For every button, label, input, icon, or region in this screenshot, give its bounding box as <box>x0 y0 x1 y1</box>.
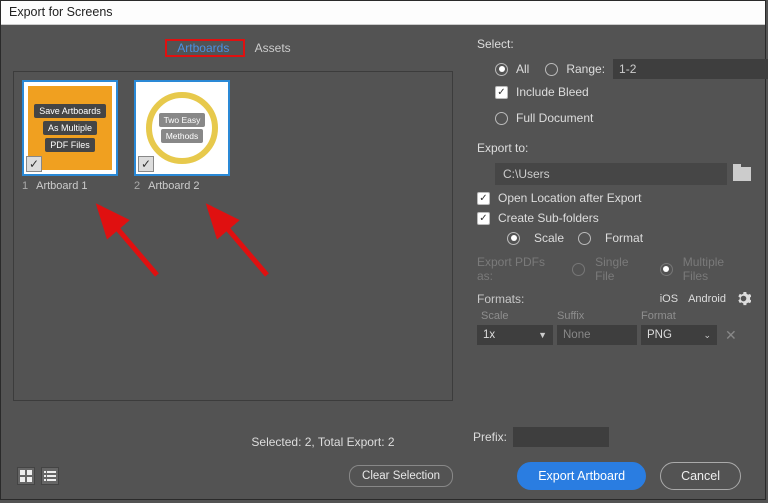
formats-header: Scale Suffix Format <box>477 308 751 324</box>
radio-subfolder-scale[interactable] <box>507 232 520 245</box>
scale-select[interactable]: 1x▼ <box>477 325 553 345</box>
footer: Selected: 2, Total Export: 2 Export Artb… <box>1 453 765 499</box>
right-panel: Select: All Range: ✓ Include Bleed Full … <box>469 25 765 453</box>
select-label: Select: <box>477 37 751 51</box>
export-pdfs-label: Export PDFs as: <box>477 255 562 283</box>
radio-range[interactable] <box>545 63 558 76</box>
format-row: 1x▼ None PNG⌄ ✕ <box>477 324 751 346</box>
window-title: Export for Screens <box>1 1 765 25</box>
radio-subfolder-format[interactable] <box>578 232 591 245</box>
chevron-down-icon: ▼ <box>538 330 547 340</box>
export-to-label: Export to: <box>477 141 751 155</box>
annotation-highlight: Artboards <box>165 39 244 57</box>
selected-check-icon[interactable]: ✓ <box>138 156 154 172</box>
artboard-grid: Save Artboards As Multiple PDF Files ✓ 1… <box>13 71 453 401</box>
radio-single-file <box>572 263 585 276</box>
range-input[interactable] <box>613 59 768 79</box>
artboard-item[interactable]: Save Artboards As Multiple PDF Files ✓ 1… <box>22 80 118 192</box>
gear-icon[interactable] <box>736 291 751 306</box>
selected-check-icon[interactable]: ✓ <box>26 156 42 172</box>
radio-all[interactable] <box>495 63 508 76</box>
preset-android[interactable]: Android <box>688 293 726 305</box>
artboard-number: 1 <box>22 180 28 192</box>
artboard-name: Artboard 2 <box>148 180 199 192</box>
radio-full-document[interactable] <box>495 112 508 125</box>
suffix-input[interactable]: None <box>557 325 637 345</box>
left-panel: Artboards Assets Save Artboards As Multi… <box>1 25 469 453</box>
artboard-thumbnail: Two Easy Methods <box>146 92 218 164</box>
export-path-input[interactable] <box>495 163 727 185</box>
checkbox-create-subfolders[interactable]: ✓ <box>477 212 490 225</box>
tab-artboards[interactable]: Artboards <box>167 37 239 61</box>
radio-multiple-files <box>660 263 673 276</box>
formats-label: Formats: <box>477 292 524 306</box>
artboard-name: Artboard 1 <box>36 180 87 192</box>
preset-ios[interactable]: iOS <box>660 293 678 305</box>
export-for-screens-dialog: Export for Screens Artboards Assets Save… <box>0 0 766 500</box>
artboard-item[interactable]: Two Easy Methods ✓ 2 Artboard 2 <box>134 80 230 192</box>
artboard-number: 2 <box>134 180 140 192</box>
tab-assets[interactable]: Assets <box>245 37 301 61</box>
folder-icon[interactable] <box>733 167 751 181</box>
format-select[interactable]: PNG⌄ <box>641 325 717 345</box>
status-text: Selected: 2, Total Export: 2 <box>1 435 765 449</box>
export-artboard-button[interactable]: Export Artboard <box>517 462 646 490</box>
remove-format-icon[interactable]: ✕ <box>721 327 741 344</box>
checkbox-open-location[interactable]: ✓ <box>477 192 490 205</box>
chevron-down-icon: ⌄ <box>703 330 711 341</box>
checkbox-include-bleed[interactable]: ✓ <box>495 86 508 99</box>
cancel-button[interactable]: Cancel <box>660 462 741 490</box>
